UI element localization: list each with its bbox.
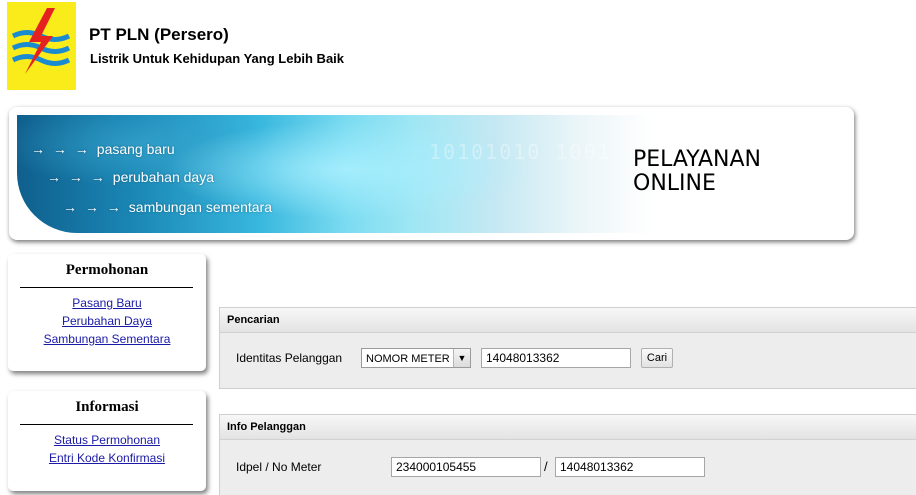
idpel-label: Idpel / No Meter	[236, 460, 322, 474]
service-banner: 10101010 1001 → → → pasang baru → → → peru…	[9, 107, 854, 240]
meter-field[interactable]: 14048013362	[555, 457, 705, 477]
link-perubahan-daya[interactable]: Perubahan Daya	[8, 312, 206, 330]
info-panel: Info Pelanggan Idpel / No Meter 23400010…	[219, 414, 916, 495]
informasi-title: Informasi	[75, 399, 139, 415]
informasi-box: Informasi Status Permohonan Entri Kode K…	[8, 391, 206, 491]
link-sambungan-sementara[interactable]: Sambungan Sementara	[8, 330, 206, 348]
org-tagline: Listrik Untuk Kehidupan Yang Lebih Baik	[90, 51, 345, 66]
identitas-input[interactable]: 14048013362	[481, 348, 631, 368]
link-status-permohonan[interactable]: Status Permohonan	[8, 431, 206, 449]
banner-link-label: perubahan daya	[112, 169, 214, 185]
banner-title-line1: PELAYANAN	[633, 147, 762, 172]
divider	[20, 287, 193, 288]
select-value: NOMOR METER	[366, 353, 450, 365]
banner-binary-decoration: 10101010 1001	[429, 140, 612, 164]
org-name: PT PLN (Persero)	[89, 25, 229, 44]
idpel-field[interactable]: 234000105455	[391, 457, 541, 477]
banner-title-line2: ONLINE	[633, 171, 716, 196]
search-panel-heading: Pencarian	[220, 308, 916, 333]
link-entri-kode-konfirmasi[interactable]: Entri Kode Konfirmasi	[8, 449, 206, 467]
separator: /	[544, 459, 548, 474]
permohonan-title: Permohonan	[65, 262, 149, 278]
pln-logo	[7, 2, 76, 90]
banner-link-pasang-baru[interactable]: → → → pasang baru	[31, 141, 175, 157]
arrow-icon: → → →	[47, 169, 107, 185]
banner-link-sambungan-sementara[interactable]: → → → sambungan sementara	[63, 199, 272, 215]
banner-link-label: pasang baru	[96, 141, 175, 157]
search-panel: Pencarian Identitas Pelanggan NOMOR METE…	[219, 307, 916, 389]
banner-link-perubahan-daya[interactable]: → → → perubahan daya	[47, 169, 214, 185]
identitas-type-select[interactable]: NOMOR METER ▼	[361, 348, 471, 368]
cari-button[interactable]: Cari	[641, 348, 673, 368]
permohonan-box: Permohonan Pasang Baru Perubahan Daya Sa…	[8, 254, 206, 371]
identitas-label: Identitas Pelanggan	[236, 351, 343, 365]
arrow-icon: → → →	[63, 199, 123, 215]
arrow-icon: → → →	[31, 141, 91, 157]
info-panel-heading: Info Pelanggan	[220, 415, 916, 440]
banner-link-label: sambungan sementara	[128, 199, 272, 215]
chevron-down-icon: ▼	[453, 349, 470, 367]
divider	[20, 424, 193, 425]
link-pasang-baru[interactable]: Pasang Baru	[8, 294, 206, 312]
banner-title: PELAYANAN ONLINE	[633, 148, 761, 196]
